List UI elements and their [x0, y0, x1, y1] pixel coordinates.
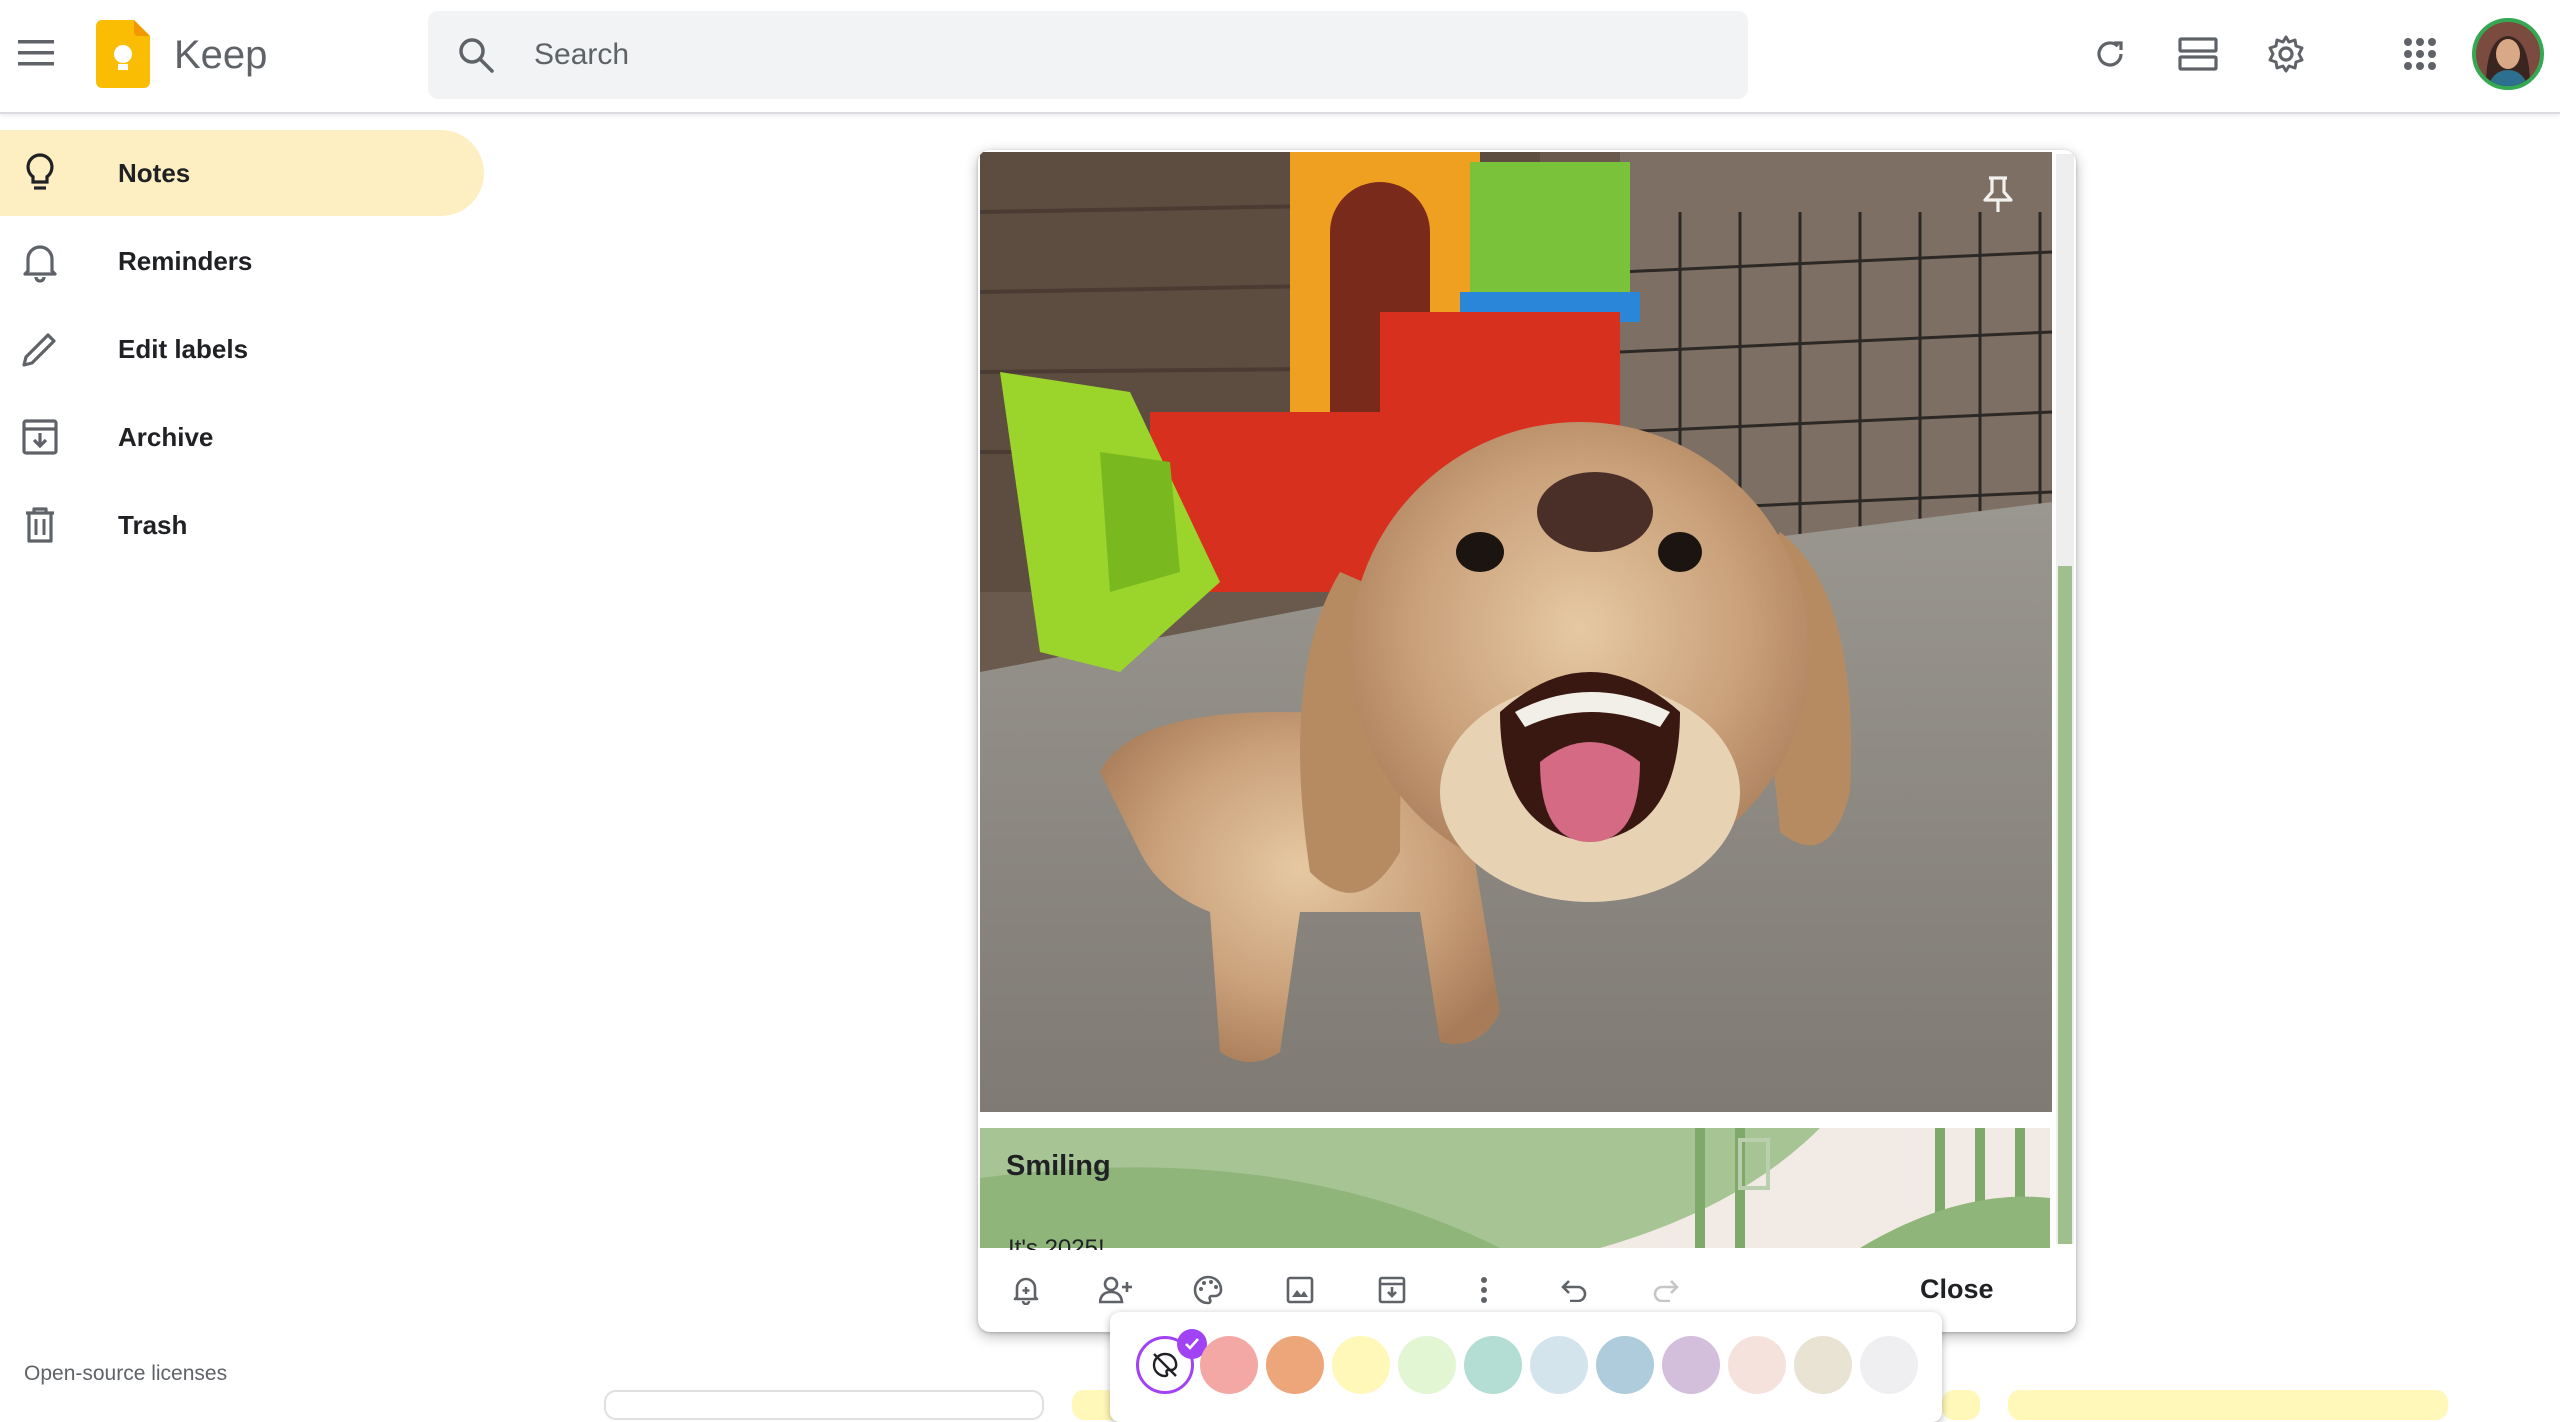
color-swatch-dusk[interactable] — [1662, 1336, 1720, 1394]
sidebar-item-label: Trash — [118, 509, 188, 540]
collaborator-icon — [1099, 1276, 1132, 1304]
lightbulb-icon — [26, 153, 54, 190]
apps-grid-icon — [2404, 38, 2436, 70]
color-swatch-coral[interactable] — [1200, 1336, 1258, 1394]
pin-note-icon[interactable] — [1972, 168, 2024, 220]
color-swatch-chalk[interactable] — [1860, 1336, 1918, 1394]
sidebar-item-archive[interactable]: Archive — [0, 394, 484, 480]
note-background-theme — [980, 1128, 2050, 1248]
collaborator-button[interactable] — [1096, 1270, 1136, 1310]
sidebar-item-label: Archive — [118, 421, 214, 452]
note-body[interactable]: It's 2025! — [1008, 1232, 1105, 1250]
sidebar-item-trash[interactable]: Trash — [0, 482, 484, 568]
settings-button[interactable] — [2258, 26, 2314, 82]
sidebar-item-edit-labels[interactable]: Edit labels — [0, 306, 484, 392]
note-title[interactable]: Smiling — [1006, 1150, 1111, 1183]
list-view-button[interactable] — [2170, 26, 2226, 82]
search-icon[interactable] — [454, 33, 498, 77]
note-image[interactable] — [980, 152, 2052, 1112]
keep-logo-icon[interactable] — [96, 20, 150, 88]
undo-button[interactable] — [1554, 1270, 1594, 1310]
top-app-bar: Keep — [0, 0, 2560, 114]
color-swatch-storm[interactable] — [1596, 1336, 1654, 1394]
color-swatch-clay[interactable] — [1794, 1336, 1852, 1394]
settings-icon — [2268, 35, 2304, 73]
close-button[interactable]: Close — [1908, 1268, 2006, 1310]
note-card[interactable] — [1942, 1390, 1980, 1420]
undo-icon — [1561, 1280, 1587, 1302]
remind-me-button[interactable] — [1006, 1270, 1046, 1310]
refresh-button[interactable] — [2082, 26, 2138, 82]
sidebar-item-label: Edit labels — [118, 333, 249, 364]
redo-button[interactable] — [1646, 1270, 1686, 1310]
color-swatch-sage[interactable] — [1464, 1336, 1522, 1394]
search-input[interactable] — [532, 35, 1712, 75]
sidebar-item-notes[interactable]: Notes — [0, 130, 484, 216]
color-swatch-blossom[interactable] — [1728, 1336, 1786, 1394]
pencil-icon — [22, 333, 56, 367]
trash-icon — [26, 507, 54, 543]
app-name[interactable]: Keep — [174, 30, 267, 80]
note-card[interactable] — [2008, 1390, 2448, 1420]
archive-button[interactable] — [1372, 1270, 1412, 1310]
sidebar-item-reminders[interactable]: Reminders — [0, 218, 484, 304]
redo-icon — [1653, 1280, 1679, 1302]
color-swatch-peach[interactable] — [1266, 1336, 1324, 1394]
more-options-button[interactable] — [1464, 1270, 1504, 1310]
editor-scrollbar-thumb[interactable] — [2058, 566, 2072, 1244]
color-palette-popup — [1110, 1312, 1942, 1422]
navigation-drawer: Notes Reminders Edit labels Archive Tras… — [0, 124, 490, 1410]
search-bar[interactable] — [428, 11, 1748, 99]
color-swatch-default[interactable] — [1136, 1329, 1207, 1394]
note-card[interactable] — [604, 1390, 1044, 1420]
add-image-button[interactable] — [1280, 1270, 1320, 1310]
sidebar-item-label: Notes — [118, 157, 191, 188]
remind-me-icon — [1013, 1277, 1039, 1305]
main-menu-button[interactable] — [8, 25, 64, 81]
open-source-licenses-link[interactable]: Open-source licenses — [24, 1362, 227, 1386]
refresh-icon — [2097, 41, 2123, 67]
list-view-icon — [2178, 37, 2218, 71]
avatar-photo — [2476, 22, 2540, 86]
archive-icon — [22, 419, 58, 455]
background-options-button[interactable] — [1188, 1270, 1228, 1310]
bell-icon — [23, 245, 57, 283]
hamburger-menu-icon — [18, 40, 54, 66]
color-swatch-sand[interactable] — [1332, 1336, 1390, 1394]
more-icon — [1481, 1277, 1487, 1303]
sidebar-item-label: Reminders — [118, 245, 253, 276]
no-color-icon — [1152, 1352, 1178, 1378]
color-swatch-fog[interactable] — [1530, 1336, 1588, 1394]
archive-icon — [1378, 1276, 1406, 1304]
account-avatar[interactable] — [2472, 18, 2544, 90]
google-apps-button[interactable] — [2392, 26, 2448, 82]
palette-icon — [1193, 1275, 1223, 1305]
add-image-icon — [1286, 1276, 1314, 1304]
color-swatch-mint[interactable] — [1398, 1336, 1456, 1394]
